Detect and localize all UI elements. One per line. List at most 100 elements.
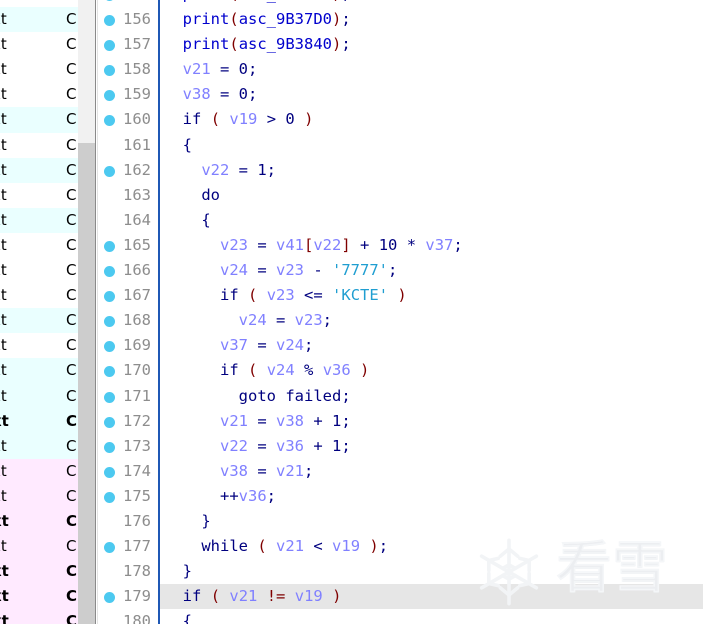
- gutter-line[interactable]: 165: [98, 233, 158, 258]
- names-list-row[interactable]: xt C: [0, 508, 78, 535]
- code-line[interactable]: while ( v21 < v19 );: [160, 534, 703, 559]
- names-list-row[interactable]: xt C: [0, 358, 78, 384]
- code-line[interactable]: {: [160, 609, 703, 624]
- code-line[interactable]: v24 = v23;: [160, 308, 703, 333]
- code-gutter[interactable]: 155 156 157 158 159 160 161 162 163 164 165 166 167 1…: [97, 0, 158, 624]
- names-list-row[interactable]: xt C: [0, 308, 78, 334]
- code-line[interactable]: print(asc_9B3840);: [160, 32, 703, 57]
- code-line[interactable]: v21 = 0;: [160, 57, 703, 82]
- code-line[interactable]: v21 = v38 + 1;: [160, 409, 703, 434]
- names-list-row[interactable]: xt C: [0, 183, 78, 208]
- gutter-line[interactable]: 170: [98, 358, 158, 383]
- breakpoint-bullet-icon[interactable]: [104, 165, 115, 177]
- gutter-line[interactable]: 176: [98, 509, 158, 534]
- breakpoint-bullet-icon[interactable]: [104, 40, 115, 52]
- names-list-row[interactable]: xt C: [0, 233, 78, 258]
- breakpoint-bullet-icon[interactable]: [104, 391, 115, 403]
- names-list-row[interactable]: xt C: [0, 609, 78, 624]
- code-line[interactable]: if ( v23 <= 'KCTE' ): [160, 283, 703, 308]
- breakpoint-bullet-icon[interactable]: [104, 266, 115, 278]
- breakpoint-bullet-icon[interactable]: [104, 491, 115, 503]
- breakpoint-bullet-icon[interactable]: [104, 115, 115, 127]
- breakpoint-bullet-icon[interactable]: [104, 416, 115, 428]
- breakpoint-bullet-icon[interactable]: [104, 240, 115, 252]
- breakpoint-bullet-icon[interactable]: [104, 0, 115, 1]
- code-line[interactable]: if ( v24 % v36 ): [160, 358, 703, 383]
- breakpoint-bullet-icon[interactable]: [104, 90, 115, 102]
- gutter-line[interactable]: 167: [98, 283, 158, 308]
- names-list-row[interactable]: xt C: [0, 408, 78, 434]
- gutter-line[interactable]: 162: [98, 158, 158, 183]
- names-list-row[interactable]: xt C: [0, 458, 78, 484]
- gutter-line[interactable]: 163: [98, 183, 158, 208]
- breakpoint-bullet-icon[interactable]: [104, 466, 115, 478]
- gutter-line[interactable]: 171: [98, 384, 158, 409]
- code-line[interactable]: {: [160, 208, 703, 233]
- gutter-line[interactable]: 173: [98, 434, 158, 459]
- names-list-row[interactable]: xt C: [0, 258, 78, 283]
- names-list-row[interactable]: xt C: [0, 584, 78, 610]
- names-list-panel[interactable]: xt Cxt Cxt Cxt Cxt Cxt Cxt Cxt Cxt Cxt Cxt Cxt Cxt Cx…: [0, 0, 78, 624]
- breakpoint-bullet-icon[interactable]: [104, 441, 115, 453]
- code-line[interactable]: }: [160, 509, 703, 534]
- list-vertical-scrollbar[interactable]: [78, 0, 96, 624]
- pseudocode-code-pane[interactable]: print(asc_9B37D0); print(asc_9B37D0); pr…: [158, 0, 703, 624]
- gutter-line[interactable]: 175: [98, 484, 158, 509]
- names-list-row[interactable]: xt C: [0, 32, 78, 57]
- breakpoint-bullet-icon[interactable]: [104, 592, 115, 604]
- breakpoint-bullet-icon[interactable]: [104, 542, 115, 554]
- gutter-line[interactable]: 179: [98, 584, 158, 609]
- gutter-line[interactable]: 158: [98, 57, 158, 82]
- code-line[interactable]: goto failed;: [160, 384, 703, 409]
- gutter-line[interactable]: 174: [98, 459, 158, 484]
- names-list-row[interactable]: xt C: [0, 559, 78, 585]
- code-line[interactable]: v22 = 1;: [160, 158, 703, 183]
- names-list-row[interactable]: xt C: [0, 57, 78, 82]
- code-line[interactable]: v37 = v24;: [160, 333, 703, 358]
- names-list-row[interactable]: xt C: [0, 207, 78, 233]
- names-list-row[interactable]: xt C: [0, 333, 78, 358]
- code-line[interactable]: v38 = v21;: [160, 459, 703, 484]
- names-list-row[interactable]: xt C: [0, 483, 78, 509]
- names-list-row[interactable]: xt C: [0, 157, 78, 183]
- code-line[interactable]: v24 = v23 - '7777';: [160, 258, 703, 283]
- code-line[interactable]: v23 = v41[v22] + 10 * v37;: [160, 233, 703, 258]
- gutter-line[interactable]: 169: [98, 333, 158, 358]
- names-list-row[interactable]: xt C: [0, 133, 78, 158]
- gutter-line[interactable]: 161: [98, 133, 158, 158]
- gutter-line[interactable]: 177: [98, 534, 158, 559]
- gutter-line[interactable]: 155: [98, 0, 158, 7]
- gutter-line[interactable]: 164: [98, 208, 158, 233]
- code-line[interactable]: {: [160, 133, 703, 158]
- gutter-line[interactable]: 180: [98, 609, 158, 624]
- gutter-line[interactable]: 157: [98, 32, 158, 57]
- gutter-line[interactable]: 156: [98, 7, 158, 32]
- gutter-line[interactable]: 159: [98, 82, 158, 107]
- names-list-row[interactable]: xt C: [0, 383, 78, 409]
- names-list-row[interactable]: xt C: [0, 534, 78, 560]
- code-line[interactable]: print(asc_9B37D0);: [160, 7, 703, 32]
- names-list-row[interactable]: xt C: [0, 0, 78, 7]
- names-list-row[interactable]: xt C: [0, 433, 78, 459]
- breakpoint-bullet-icon[interactable]: [104, 341, 115, 353]
- breakpoint-bullet-icon[interactable]: [104, 15, 115, 27]
- names-list-row[interactable]: xt C: [0, 283, 78, 308]
- breakpoint-bullet-icon[interactable]: [104, 65, 115, 77]
- code-line[interactable]: do: [160, 183, 703, 208]
- breakpoint-bullet-icon[interactable]: [104, 316, 115, 328]
- gutter-line[interactable]: 178: [98, 559, 158, 584]
- breakpoint-bullet-icon[interactable]: [104, 291, 115, 303]
- breakpoint-bullet-icon[interactable]: [104, 366, 115, 378]
- scrollbar-thumb[interactable]: [78, 143, 95, 624]
- gutter-line[interactable]: 166: [98, 258, 158, 283]
- code-line[interactable]: if ( v19 > 0 ): [160, 107, 703, 132]
- code-line[interactable]: }: [160, 559, 703, 584]
- names-list-row[interactable]: xt C: [0, 82, 78, 107]
- code-line[interactable]: v38 = 0;: [160, 82, 703, 107]
- names-list-row[interactable]: xt C: [0, 7, 78, 33]
- code-line[interactable]: ++v36;: [160, 484, 703, 509]
- names-list-row[interactable]: xt C: [0, 107, 78, 133]
- code-line[interactable]: print(asc_9B37D0);: [160, 0, 703, 7]
- gutter-line[interactable]: 172: [98, 409, 158, 434]
- code-line-current[interactable]: if ( v21 != v19 ): [160, 584, 703, 610]
